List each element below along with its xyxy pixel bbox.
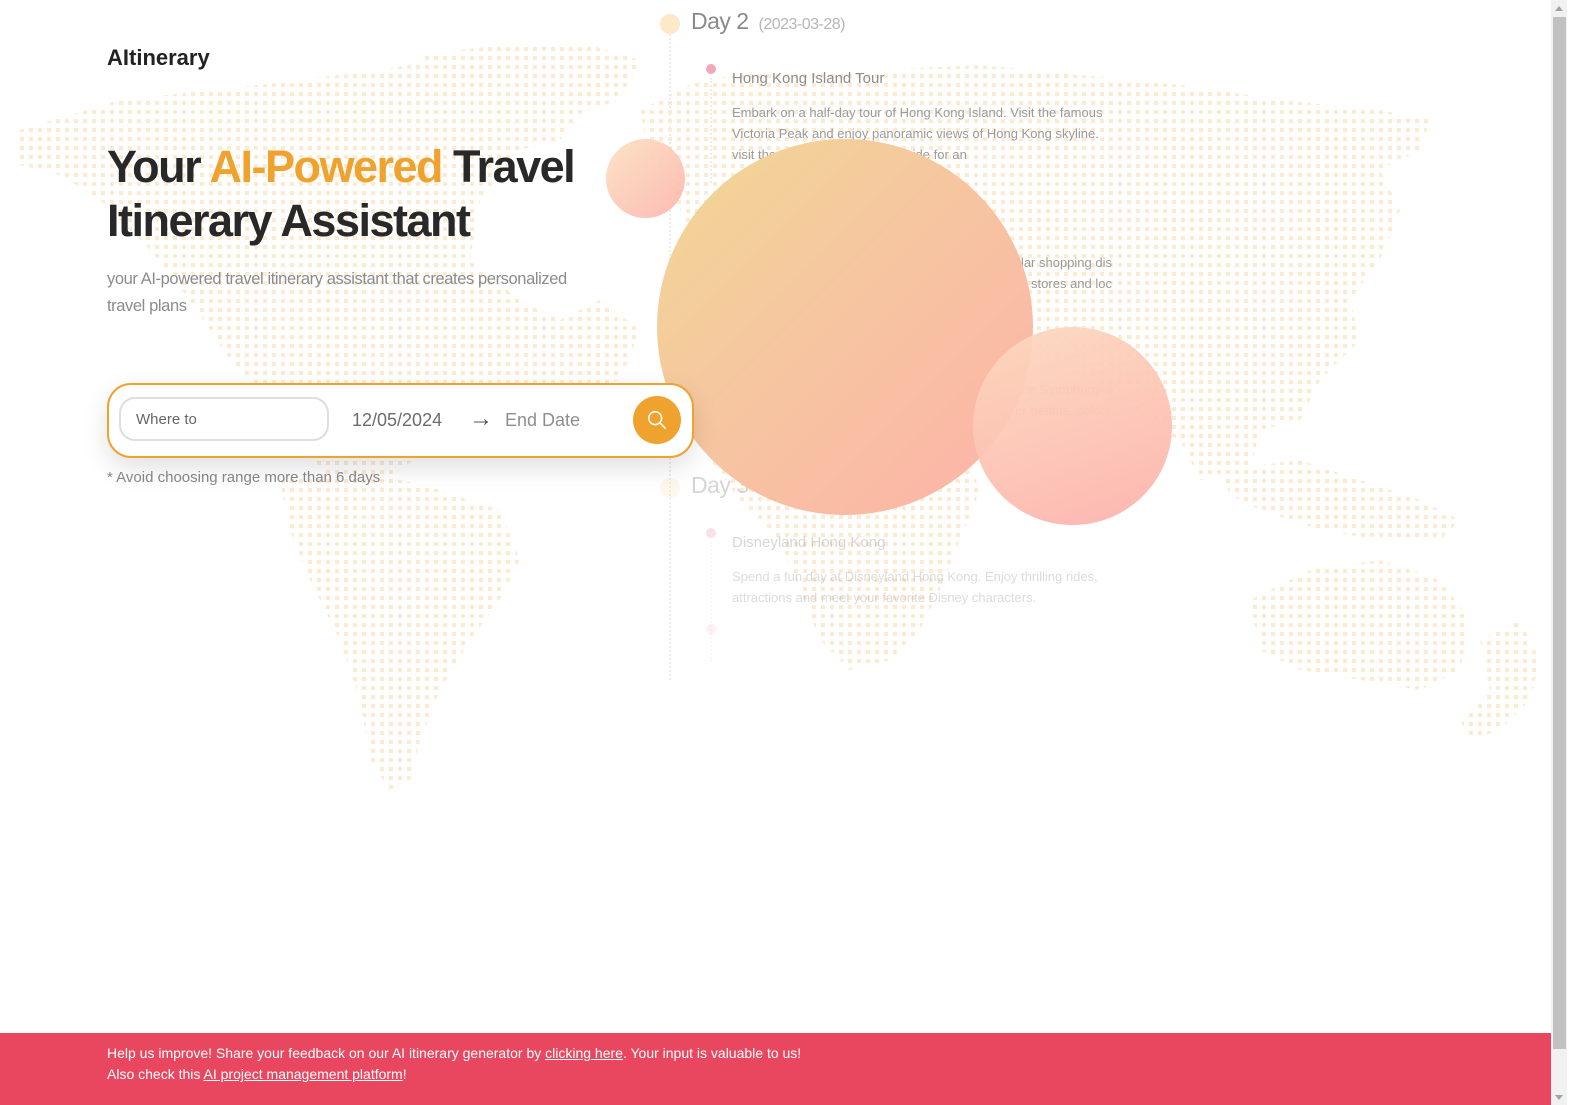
hero-title-accent: AI-Powered — [209, 141, 444, 192]
day-title: Day 2 (2023-03-28) — [691, 8, 845, 35]
scroll-down-button[interactable] — [1551, 1089, 1567, 1105]
activity-marker-icon — [706, 528, 716, 538]
date-range-hint: * Avoid choosing range more than 6 days — [107, 469, 381, 486]
platform-link[interactable]: AI project management platform — [204, 1066, 403, 1082]
activity-description-line: Spend a fun day at Disneyland Hong Kong.… — [732, 569, 1098, 584]
day-label: Day 2 — [691, 8, 749, 34]
day-marker-icon — [660, 478, 680, 498]
hero-subtitle: your AI-powered travel itinerary assista… — [107, 270, 567, 315]
timeline-activity: Disneyland Hong Kong Spend a fun day at … — [706, 528, 1136, 668]
hero-title: Your AI-Powered Travel Itinerary Assista… — [107, 140, 627, 248]
activity-title: Disneyland Hong Kong — [732, 534, 886, 551]
activity-line — [710, 542, 712, 662]
destination-input[interactable] — [119, 397, 329, 441]
map-region-oceania — [1460, 620, 1540, 740]
feedback-banner: Help us improve! Share your feedback on … — [0, 1033, 1551, 1105]
start-date-input[interactable]: 12/05/2024 — [352, 410, 442, 431]
map-region-australia — [1250, 560, 1470, 690]
feedback-text-end: . Your input is valuable to us! — [622, 1045, 802, 1061]
decorative-bubble-large — [657, 139, 1033, 515]
search-bar: 12/05/2024 → End Date — [107, 383, 694, 458]
activity-marker-icon — [706, 64, 716, 74]
scroll-up-button[interactable] — [1551, 0, 1567, 16]
brand-logo[interactable]: AItinerary — [107, 45, 210, 71]
end-date-input[interactable]: End Date — [505, 410, 580, 431]
decorative-bubble-medium — [973, 327, 1172, 525]
map-region-se-asia — [1220, 460, 1460, 540]
search-button[interactable] — [633, 396, 681, 444]
feedback-link[interactable]: clicking here — [545, 1045, 623, 1061]
activity-marker-icon — [706, 624, 716, 634]
activity-description-line: Embark on a half-day tour of Hong Kong I… — [732, 105, 1103, 120]
page: Day 2 (2023-03-28) Hong Kong Island Tour… — [0, 0, 1567, 1105]
scroll-up-icon — [1555, 5, 1563, 11]
day-date: (2023-03-28) — [758, 16, 845, 33]
activity-line — [710, 78, 712, 184]
platform-line: Also check this AI project management pl… — [107, 1066, 407, 1082]
platform-text-end: ! — [402, 1066, 407, 1082]
scrollbar-thumb[interactable] — [1553, 17, 1566, 1049]
map-region-south-america — [280, 470, 520, 790]
activity-description: Spend a fun day at Disneyland Hong Kong.… — [732, 566, 1114, 608]
activity-title: Hong Kong Island Tour — [732, 70, 885, 87]
activity-description-line: attractions and meet your favorite Disne… — [732, 590, 1037, 605]
search-icon — [648, 411, 666, 429]
feedback-line: Help us improve! Share your feedback on … — [107, 1045, 801, 1061]
activity-description-line: Victoria Peak and enjoy panoramic views … — [732, 126, 1099, 141]
scroll-down-icon — [1555, 1094, 1563, 1100]
hero-title-prefix: Your — [107, 141, 210, 192]
arrow-right-icon: → — [469, 405, 493, 432]
window-edge — [1567, 0, 1584, 1105]
vertical-scrollbar[interactable] — [1551, 0, 1567, 1105]
platform-text: Also check this — [107, 1066, 204, 1082]
feedback-text: Help us improve! Share your feedback on … — [107, 1045, 546, 1061]
day-marker-icon — [660, 14, 680, 34]
